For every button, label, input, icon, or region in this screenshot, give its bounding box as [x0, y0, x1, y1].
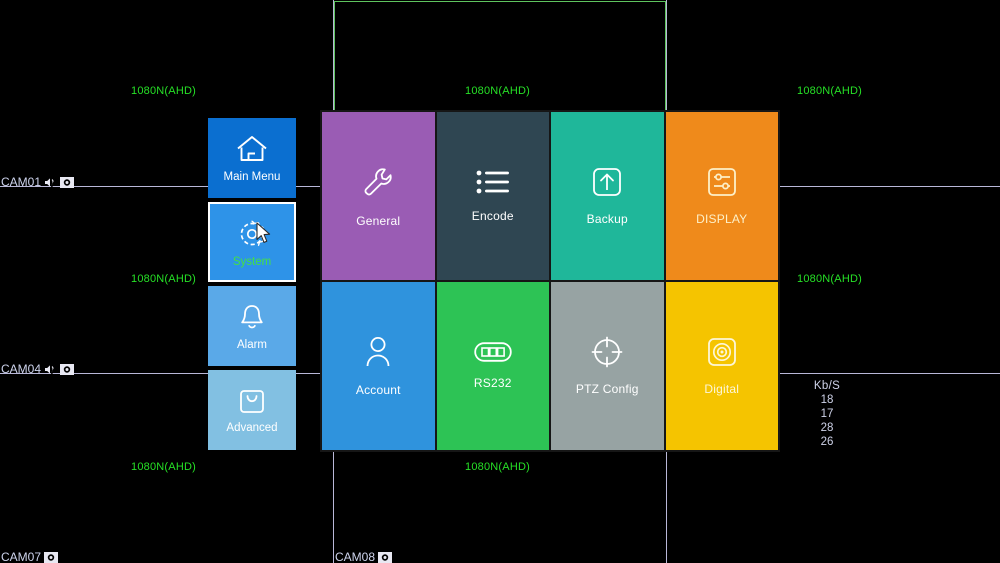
camera-label-cam07: CAM07: [1, 550, 59, 563]
resolution-label: 1080N(AHD): [465, 461, 530, 473]
menu-tile-digital[interactable]: Digital: [665, 282, 778, 450]
sidebar-item-label: Advanced: [226, 421, 278, 434]
sidebar-item-label: Main Menu: [223, 170, 281, 183]
sidebar-item-label: Alarm: [236, 338, 268, 351]
menu-tile-display[interactable]: DISPLAY: [665, 112, 778, 280]
camera-record-icon: [44, 551, 59, 563]
camera-label-cam04: CAM04: [1, 362, 75, 376]
crosshair-icon: [591, 336, 623, 368]
upload-box-icon: [591, 166, 623, 198]
camera-name: CAM08: [335, 550, 376, 563]
bitrate-value: 17: [820, 408, 834, 420]
menu-tile-label: Encode: [471, 209, 514, 223]
wrench-icon: [360, 164, 396, 200]
camera-record-icon: [60, 176, 75, 188]
sidebar-item-main-menu[interactable]: Main Menu: [208, 118, 296, 198]
sidebar-item-advanced[interactable]: Advanced: [208, 370, 296, 450]
list-icon: [476, 169, 510, 195]
bitrate-panel: Kb/S 18 17 28 26: [798, 379, 856, 449]
sidebar-item-alarm[interactable]: Alarm: [208, 286, 296, 366]
sliders-icon: [706, 166, 738, 198]
sidebar-item-label: System: [232, 255, 272, 268]
resolution-label: 1080N(AHD): [131, 273, 196, 285]
resolution-label: 1080N(AHD): [465, 85, 530, 97]
sidebar-item-system[interactable]: System: [208, 202, 296, 282]
resolution-label: 1080N(AHD): [797, 85, 862, 97]
gear-icon: [236, 217, 268, 249]
bitrate-value: 18: [820, 394, 834, 406]
dvr-screen: 1080N(AHD) 1080N(AHD) 1080N(AHD) 1080N(A…: [0, 0, 1000, 563]
camera-label-cam01: CAM01: [1, 175, 75, 189]
menu-tile-label: Account: [355, 383, 401, 397]
resolution-label: 1080N(AHD): [131, 461, 196, 473]
menu-tile-label: RS232: [473, 376, 512, 390]
menu-tile-label: Backup: [586, 212, 628, 226]
bitrate-title: Kb/S: [813, 380, 841, 392]
camera-name: CAM04: [1, 362, 42, 376]
bitrate-value: 26: [820, 436, 834, 448]
camera-record-icon: [378, 551, 393, 563]
menu-tile-label: Digital: [704, 382, 740, 396]
menu-tile-general[interactable]: General: [322, 112, 435, 280]
camera-record-icon: [60, 363, 75, 375]
main-menu-sidebar: Main Menu System Alarm Advanced: [208, 118, 296, 454]
home-icon: [235, 134, 269, 164]
bitrate-value: 28: [820, 422, 834, 434]
system-menu-panel: General Encode Backup DISPLAY Account RS…: [320, 110, 780, 452]
target-box-icon: [706, 336, 738, 368]
resolution-label: 1080N(AHD): [797, 273, 862, 285]
menu-tile-label: PTZ Config: [575, 382, 639, 396]
camera-label-cam08: CAM08: [335, 550, 393, 563]
serial-port-icon: [474, 342, 512, 362]
user-icon: [363, 335, 393, 369]
speaker-mute-icon: [44, 363, 57, 375]
menu-tile-ptz-config[interactable]: PTZ Config: [551, 282, 664, 450]
speaker-mute-icon: [44, 176, 57, 188]
toolbox-icon: [238, 387, 266, 415]
menu-tile-account[interactable]: Account: [322, 282, 435, 450]
menu-tile-label: General: [356, 214, 401, 228]
camera-name: CAM07: [1, 550, 42, 563]
camera-name: CAM01: [1, 175, 42, 189]
resolution-label: 1080N(AHD): [131, 85, 196, 97]
menu-tile-encode[interactable]: Encode: [436, 112, 549, 280]
bell-icon: [237, 302, 267, 332]
menu-tile-rs232[interactable]: RS232: [436, 282, 549, 450]
menu-tile-backup[interactable]: Backup: [551, 112, 664, 280]
menu-tile-label: DISPLAY: [696, 212, 748, 226]
